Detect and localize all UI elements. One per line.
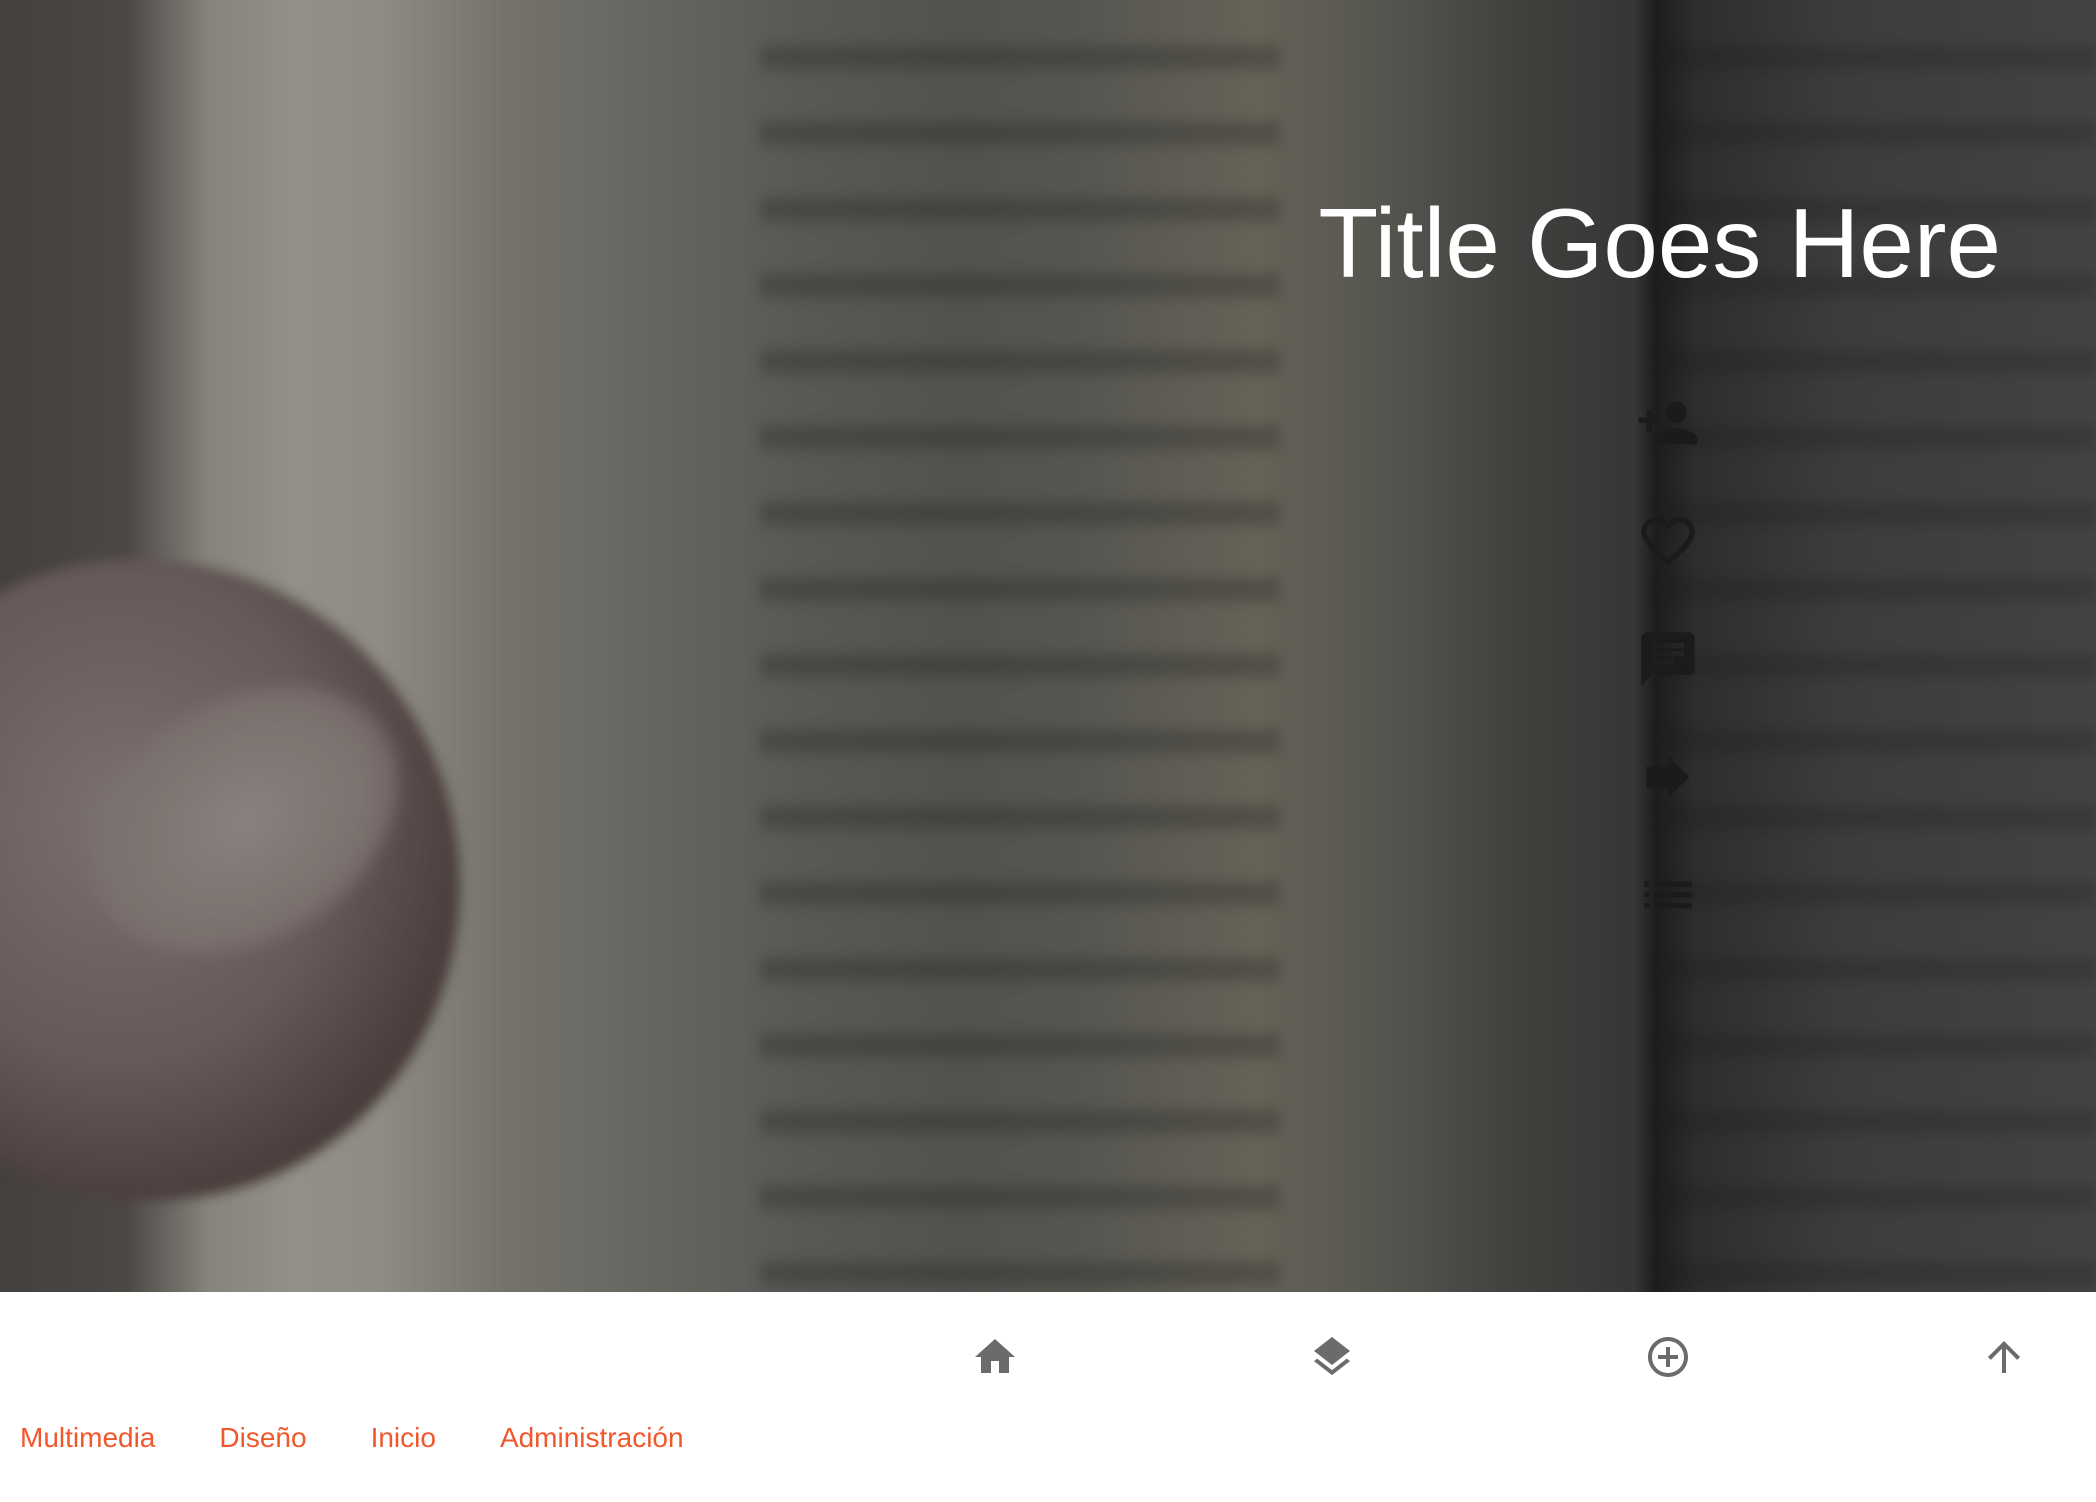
list-button[interactable] (1633, 860, 1703, 930)
favorite-button[interactable] (1633, 506, 1703, 576)
comment-button[interactable] (1633, 624, 1703, 694)
footer-links: Multimedia Diseño Inicio Administración (20, 1420, 748, 1456)
heart-outline-icon (1641, 517, 1695, 566)
add-button[interactable] (1633, 1322, 1703, 1392)
footer-link-administracion[interactable]: Administración (500, 1420, 684, 1456)
footer-link-inicio[interactable]: Inicio (371, 1420, 436, 1456)
scroll-to-top-button[interactable] (1969, 1322, 2039, 1392)
home-icon (975, 1339, 1015, 1373)
hero-title: Title Goes Here (1318, 188, 2001, 298)
arrow-forward-icon (1646, 755, 1690, 799)
footer-link-multimedia[interactable]: Multimedia (20, 1420, 155, 1456)
person-add-icon (1638, 401, 1698, 445)
footer-link-diseno[interactable]: Diseño (219, 1420, 306, 1456)
list-icon (1644, 881, 1692, 909)
home-button[interactable] (960, 1322, 1030, 1392)
add-circle-outline-icon (1648, 1337, 1688, 1377)
bottom-navigation (0, 1322, 2096, 1392)
hero-section: Title Goes Here (0, 0, 2096, 1292)
arrow-upward-icon (1988, 1341, 2020, 1373)
bottom-bar: Multimedia Diseño Inicio Administración (0, 1292, 2096, 1502)
layers-icon (1314, 1337, 1350, 1376)
add-person-button[interactable] (1633, 388, 1703, 458)
layers-button[interactable] (1297, 1322, 1367, 1392)
comment-icon (1641, 632, 1695, 686)
share-button[interactable] (1633, 742, 1703, 812)
action-toolbar (1633, 388, 1703, 978)
